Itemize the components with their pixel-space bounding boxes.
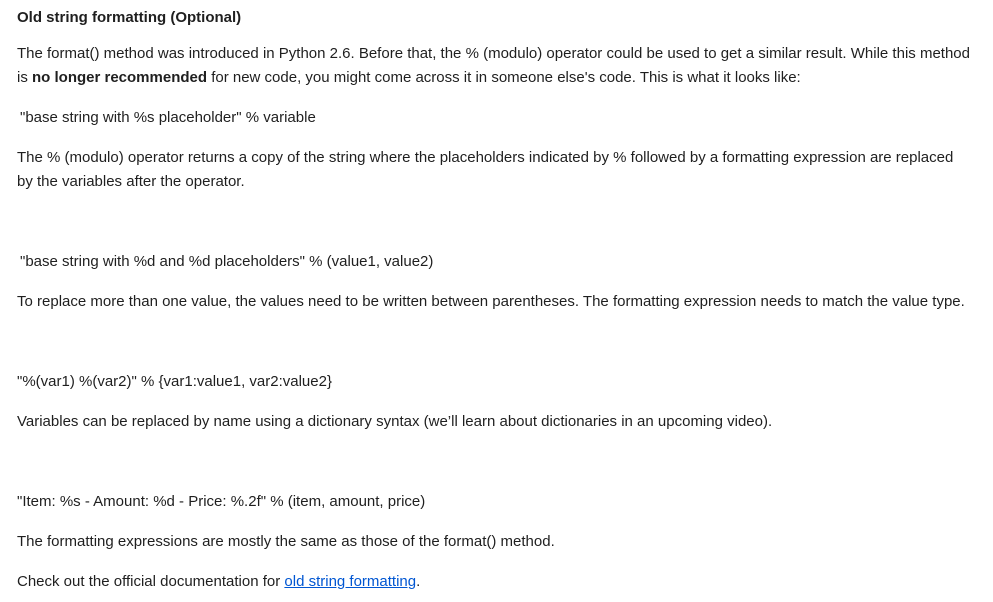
code-example-single-placeholder: "base string with %s placeholder" % vari… xyxy=(20,109,316,126)
old-string-formatting-link[interactable]: old string formatting xyxy=(284,573,416,590)
code-example-dictionary: "%(var1) %(var2)" % {var1:value1, var2:v… xyxy=(17,373,332,390)
section-heading: Old string formatting (Optional) xyxy=(17,9,242,26)
parentheses-explanation-paragraph: To replace more than one value, the valu… xyxy=(17,293,965,310)
formatting-expressions-paragraph: The formatting expressions are mostly th… xyxy=(17,533,555,550)
modulo-explanation-paragraph: The % (modulo) operator returns a copy o… xyxy=(17,149,954,190)
documentation-paragraph: Check out the official documentation for… xyxy=(17,570,420,594)
intro-bold-text: no longer recommended xyxy=(32,69,208,86)
intro-paragraph: The format() method was introduced in Py… xyxy=(17,42,972,90)
dictionary-explanation-paragraph: Variables can be replaced by name using … xyxy=(17,413,773,430)
code-example-multiple-placeholders: "base string with %d and %d placeholders… xyxy=(20,253,434,270)
intro-text-end: for new code, you might come across it i… xyxy=(207,69,801,86)
documentation-text-prefix: Check out the official documentation for xyxy=(17,573,285,590)
documentation-text-suffix: . xyxy=(416,573,421,590)
code-example-formatting-expressions: "Item: %s - Amount: %d - Price: %.2f" % … xyxy=(17,493,426,510)
